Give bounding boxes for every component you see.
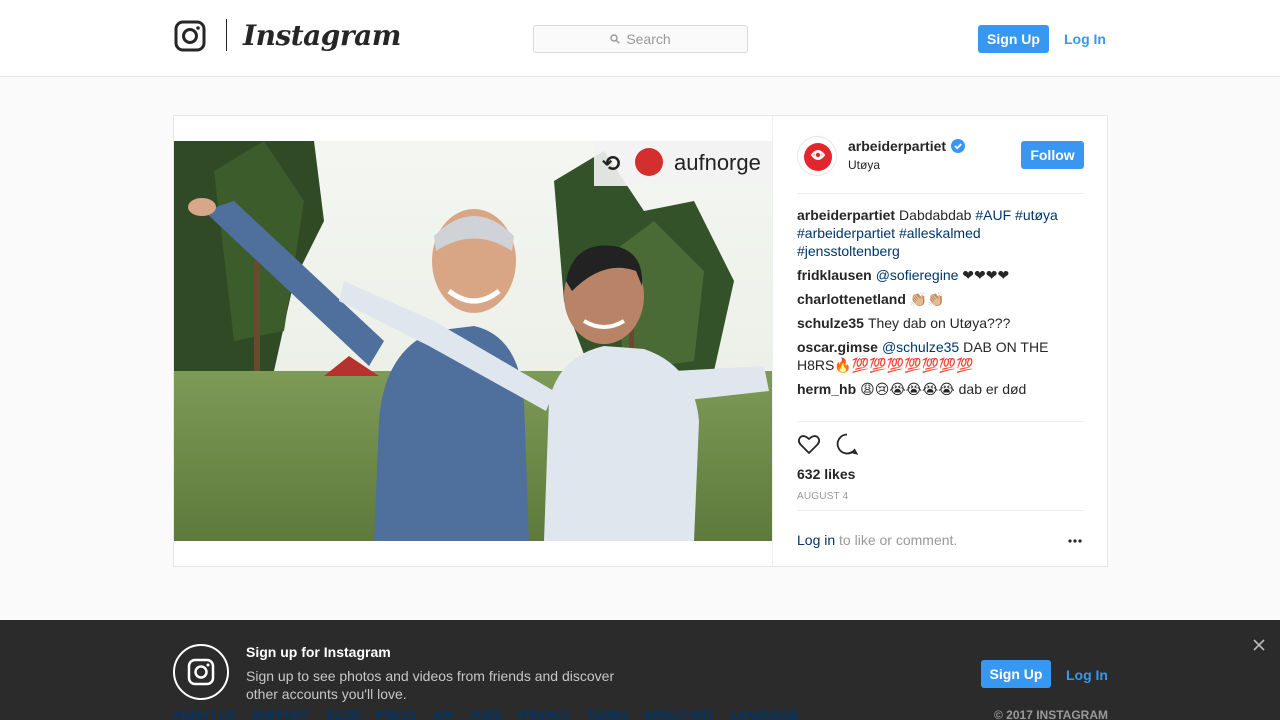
comment-text: 😩😢😭😭😭😭 dab er død (860, 381, 1027, 397)
login-prompt: Log in to like or comment. (797, 532, 957, 548)
footer-divider (797, 510, 1084, 511)
header-divider (797, 193, 1084, 194)
hashtag[interactable]: #AUF (975, 207, 1011, 223)
comment: schulze35 They dab on Utøya??? (797, 314, 1084, 332)
comments-list: arbeiderpartiet Dabdabdab #AUF #utøya #ar… (797, 206, 1084, 404)
hashtag[interactable]: #alleskalmed (899, 225, 981, 241)
instagram-logo-icon (173, 644, 229, 700)
post-side-panel: arbeiderpartiet Utøya Follow arbeiderpar… (772, 116, 1108, 566)
banner-title: Sign up for Instagram (246, 644, 391, 660)
comment-mention[interactable]: @schulze35 (882, 339, 959, 355)
comments-divider (797, 421, 1084, 422)
photo-overlay-text: aufnorge (674, 150, 761, 175)
rose-logo-icon (804, 143, 832, 171)
footer-link-privacy[interactable]: PRIVACY (518, 708, 570, 720)
comment-mention[interactable]: @sofieregine (876, 267, 959, 283)
caption-text: Dabdabdab (899, 207, 972, 223)
comment-username[interactable]: charlottenetland (797, 291, 906, 307)
comment-username[interactable]: arbeiderpartiet (797, 207, 895, 223)
hashtag[interactable]: #arbeiderpartiet (797, 225, 895, 241)
search-icon (610, 34, 621, 44)
comment-icon[interactable] (835, 432, 859, 456)
more-options-icon[interactable] (1067, 533, 1083, 549)
close-icon[interactable] (1253, 639, 1265, 651)
hashtag[interactable]: #jensstoltenberg (797, 243, 900, 259)
post-photo[interactable]: ⟲ aufnorge (174, 141, 773, 541)
footer-link-terms[interactable]: TERMS (586, 708, 628, 720)
comment-text: ❤❤❤❤ (958, 267, 1010, 283)
comment-text: They dab on Utøya??? (867, 315, 1011, 331)
logo-divider (226, 19, 227, 51)
banner-description: Sign up to see photos and videos from fr… (246, 668, 615, 702)
footer-links: ABOUT US SUPPORT BLOG PRESS API JOBS PRI… (173, 708, 799, 720)
comment-username[interactable]: oscar.gimse (797, 339, 878, 355)
comment: oscar.gimse @schulze35 DAB ON THE H8RS🔥💯💯… (797, 338, 1084, 374)
comment-username[interactable]: herm_hb (797, 381, 856, 397)
signup-banner: Sign up for Instagram Sign up to see pho… (0, 620, 1280, 720)
login-prompt-text: to like or comment. (835, 532, 958, 548)
instagram-camera-icon[interactable] (174, 20, 206, 52)
caption: arbeiderpartiet Dabdabdab #AUF #utøya #ar… (797, 206, 1084, 260)
post-date[interactable]: AUGUST 4 (797, 491, 848, 502)
search-input[interactable]: Search (533, 25, 748, 53)
footer-link-language[interactable]: LANGUAGE (730, 708, 799, 720)
signup-button[interactable]: Sign Up (978, 25, 1049, 53)
copyright: © 2017 INSTAGRAM (994, 708, 1108, 720)
avatar[interactable] (797, 136, 837, 176)
comment: charlottenetland 👏🏼👏🏼 (797, 290, 1084, 308)
comment-username[interactable]: fridklausen (797, 267, 872, 283)
footer-link-blog[interactable]: BLOG (326, 708, 361, 720)
comment-text: 👏🏼👏🏼 (909, 291, 945, 307)
banner-signup-button[interactable]: Sign Up (981, 660, 1051, 688)
hashtag[interactable]: #utøya (1015, 207, 1058, 223)
search-placeholder: Search (626, 31, 671, 47)
top-navbar: Instagram Search Sign Up Log In (0, 0, 1280, 77)
comment: herm_hb 😩😢😭😭😭😭 dab er død (797, 380, 1084, 398)
footer-link-support[interactable]: SUPPORT (252, 708, 310, 720)
follow-button[interactable]: Follow (1021, 141, 1084, 169)
footer-link-jobs[interactable]: JOBS (469, 708, 502, 720)
banner-login-link[interactable]: Log In (1066, 667, 1108, 683)
footer-link-about[interactable]: ABOUT US (173, 708, 236, 720)
post-location[interactable]: Utøya (848, 158, 880, 172)
footer-link-press[interactable]: PRESS (376, 708, 417, 720)
post-photo-illustration: ⟲ (174, 141, 773, 541)
comment-username[interactable]: schulze35 (797, 315, 864, 331)
post-actions (797, 432, 859, 456)
verified-badge-icon (951, 139, 965, 153)
like-count[interactable]: 632 likes (797, 466, 855, 482)
svg-text:⟲: ⟲ (602, 152, 620, 177)
heart-icon[interactable] (797, 432, 821, 456)
instagram-wordmark[interactable]: Instagram (243, 18, 401, 54)
post-author-username[interactable]: arbeiderpartiet (848, 138, 946, 154)
post-card: ⟲ aufnorge arbeiderpartiet Utøya Follow … (173, 115, 1108, 567)
footer-link-api[interactable]: API (433, 708, 453, 720)
login-to-comment-link[interactable]: Log in (797, 532, 835, 548)
login-link[interactable]: Log In (1064, 31, 1106, 47)
comment: fridklausen @sofieregine ❤❤❤❤ (797, 266, 1084, 284)
footer-link-directory[interactable]: DIRECTORY (644, 708, 714, 720)
